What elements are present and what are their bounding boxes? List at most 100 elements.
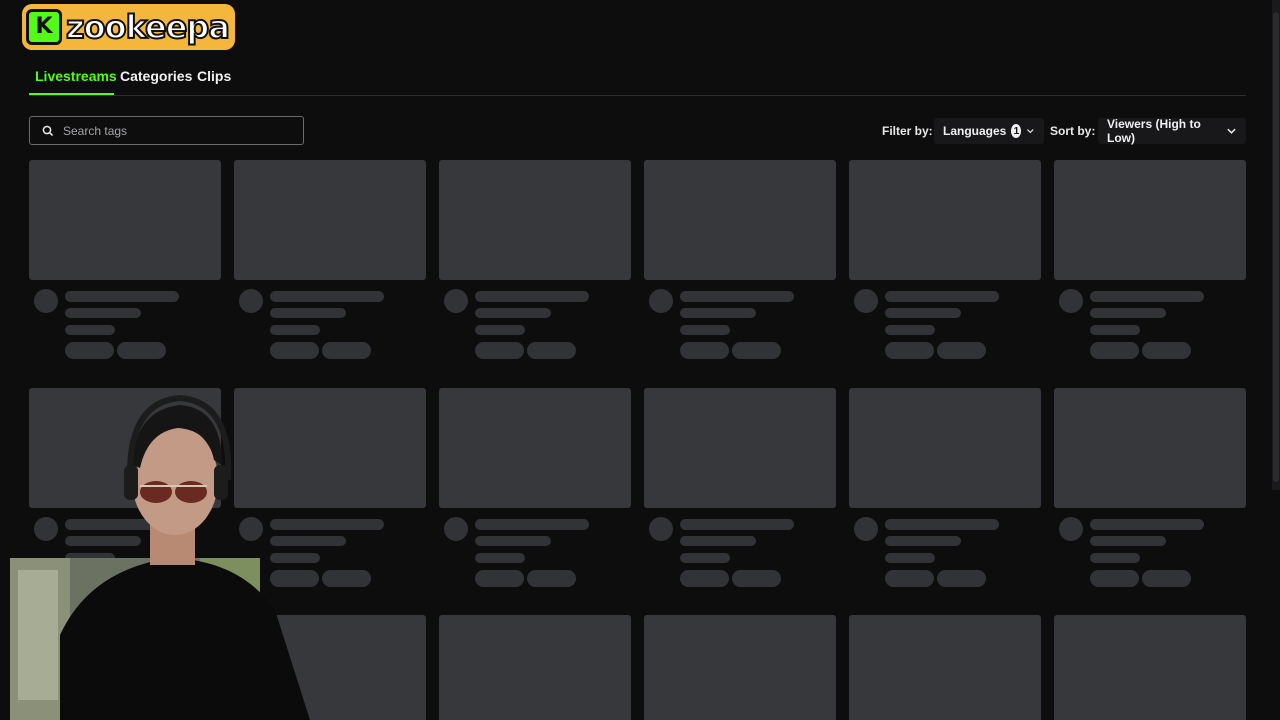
search-icon bbox=[42, 125, 53, 136]
title-placeholder bbox=[65, 291, 179, 302]
title-placeholder bbox=[475, 519, 589, 530]
text-placeholder bbox=[885, 325, 935, 335]
tag-placeholder bbox=[732, 570, 781, 587]
text-placeholder bbox=[1090, 536, 1166, 546]
tab-clips[interactable]: Clips bbox=[197, 68, 231, 84]
thumbnail-placeholder bbox=[439, 615, 631, 720]
thumbnail-placeholder bbox=[234, 160, 426, 280]
tag-placeholder bbox=[475, 570, 524, 587]
text-placeholder bbox=[475, 325, 525, 335]
text-placeholder bbox=[680, 325, 730, 335]
tab-categories[interactable]: Categories bbox=[120, 68, 192, 84]
chevron-down-icon bbox=[1227, 128, 1236, 134]
title-placeholder bbox=[680, 291, 794, 302]
text-placeholder bbox=[885, 553, 935, 563]
text-placeholder bbox=[885, 536, 961, 546]
avatar-placeholder bbox=[854, 289, 878, 313]
text-placeholder bbox=[680, 536, 756, 546]
tag-placeholder bbox=[1142, 342, 1191, 359]
avatar-placeholder bbox=[239, 289, 263, 313]
text-placeholder bbox=[475, 536, 551, 546]
title-placeholder bbox=[475, 291, 589, 302]
browse-tabs: Livestreams Categories Clips bbox=[29, 60, 1246, 96]
logo-text: zookeepa bbox=[65, 8, 231, 46]
thumbnail-placeholder bbox=[29, 160, 221, 280]
thumbnail-placeholder bbox=[1054, 388, 1246, 508]
text-placeholder bbox=[475, 308, 551, 318]
text-placeholder bbox=[270, 325, 320, 335]
languages-label: Languages bbox=[943, 124, 1007, 138]
text-placeholder bbox=[1090, 308, 1166, 318]
text-placeholder bbox=[65, 325, 115, 335]
thumbnail-placeholder bbox=[849, 388, 1041, 508]
languages-count-badge: 1 bbox=[1011, 124, 1022, 138]
tag-placeholder bbox=[322, 342, 371, 359]
search-box[interactable] bbox=[29, 116, 304, 145]
stream-card-placeholder bbox=[849, 615, 1041, 720]
tag-placeholder bbox=[1090, 342, 1139, 359]
tag-placeholder bbox=[937, 570, 986, 587]
tag-placeholder bbox=[117, 342, 166, 359]
sort-value: Viewers (High to Low) bbox=[1107, 117, 1201, 145]
site-logo[interactable]: K zookeepa bbox=[22, 4, 235, 50]
text-placeholder bbox=[1090, 553, 1140, 563]
tag-placeholder bbox=[680, 570, 729, 587]
text-placeholder bbox=[475, 553, 525, 563]
search-tags-input[interactable] bbox=[61, 122, 295, 139]
thumbnail-placeholder bbox=[849, 615, 1041, 720]
tag-placeholder bbox=[732, 342, 781, 359]
webcam-overlay bbox=[10, 394, 310, 720]
text-placeholder bbox=[65, 308, 141, 318]
active-tab-indicator bbox=[29, 93, 114, 95]
text-placeholder bbox=[270, 308, 346, 318]
tag-placeholder bbox=[527, 570, 576, 587]
text-placeholder bbox=[680, 553, 730, 563]
tag-placeholder bbox=[322, 570, 371, 587]
tag-placeholder bbox=[937, 342, 986, 359]
avatar-placeholder bbox=[444, 289, 468, 313]
thumbnail-placeholder bbox=[439, 160, 631, 280]
title-placeholder bbox=[270, 291, 384, 302]
text-placeholder bbox=[1090, 325, 1140, 335]
text-placeholder bbox=[680, 308, 756, 318]
thumbnail-placeholder bbox=[644, 388, 836, 508]
tag-placeholder bbox=[885, 342, 934, 359]
avatar-placeholder bbox=[649, 289, 673, 313]
chevron-down-icon bbox=[1027, 129, 1034, 134]
avatar-placeholder bbox=[1059, 517, 1083, 541]
tag-placeholder bbox=[527, 342, 576, 359]
stream-card-placeholder bbox=[439, 615, 631, 720]
avatar-placeholder bbox=[854, 517, 878, 541]
thumbnail-placeholder bbox=[1054, 615, 1246, 720]
thumbnail-placeholder bbox=[1054, 160, 1246, 280]
avatar-placeholder bbox=[649, 517, 673, 541]
tab-livestreams[interactable]: Livestreams bbox=[35, 68, 117, 84]
thumbnail-placeholder bbox=[439, 388, 631, 508]
scrollbar-thumb[interactable] bbox=[1273, 12, 1279, 482]
tag-placeholder bbox=[475, 342, 524, 359]
title-placeholder bbox=[885, 291, 999, 302]
title-placeholder bbox=[680, 519, 794, 530]
stream-card-placeholder bbox=[644, 615, 836, 720]
languages-dropdown[interactable]: Languages 1 bbox=[934, 118, 1044, 144]
logo-mark: K bbox=[26, 9, 62, 45]
sort-dropdown[interactable]: Viewers (High to Low) bbox=[1098, 117, 1246, 145]
avatar-placeholder bbox=[1059, 289, 1083, 313]
title-placeholder bbox=[1090, 291, 1204, 302]
stream-card-placeholder bbox=[1054, 615, 1246, 720]
tag-placeholder bbox=[680, 342, 729, 359]
avatar-placeholder bbox=[444, 517, 468, 541]
tag-placeholder bbox=[65, 342, 114, 359]
title-placeholder bbox=[885, 519, 999, 530]
avatar-placeholder bbox=[34, 289, 58, 313]
tag-placeholder bbox=[1090, 570, 1139, 587]
thumbnail-placeholder bbox=[644, 160, 836, 280]
tag-placeholder bbox=[1142, 570, 1191, 587]
tag-placeholder bbox=[270, 342, 319, 359]
tag-placeholder bbox=[885, 570, 934, 587]
sort-label: Sort by: bbox=[1050, 124, 1096, 138]
thumbnail-placeholder bbox=[849, 160, 1041, 280]
title-placeholder bbox=[1090, 519, 1204, 530]
page-scrollbar[interactable] bbox=[1272, 0, 1280, 490]
text-placeholder bbox=[885, 308, 961, 318]
